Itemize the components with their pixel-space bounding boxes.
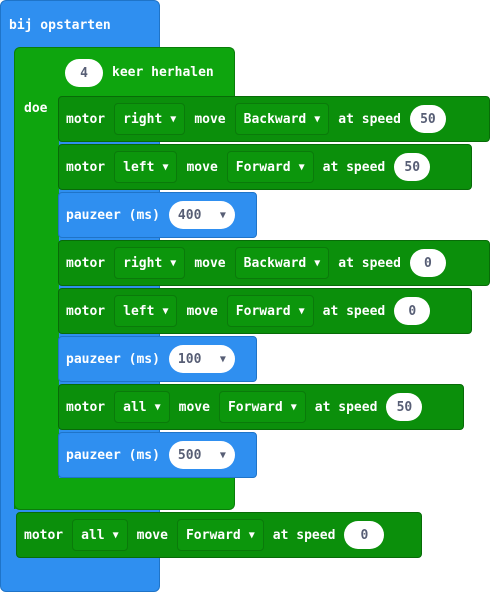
repeat-block-body	[14, 95, 59, 509]
caret-down-icon: ▼	[112, 529, 119, 541]
pause-duration-select[interactable]: 500 ▼	[168, 441, 235, 469]
motor-keyword: motor	[66, 303, 106, 319]
pause-keyword: pauzeer (ms)	[66, 351, 160, 367]
at-speed-keyword: at speed	[314, 399, 378, 415]
repeat-do-label: doe	[24, 101, 48, 116]
motor-select[interactable]: right ▼	[114, 247, 186, 279]
motor-block[interactable]: motor all ▼ move Forward ▼ at speed 0	[16, 512, 422, 558]
caret-down-icon: ▼	[314, 113, 321, 125]
caret-down-icon: ▼	[298, 161, 305, 173]
motor-keyword: motor	[24, 527, 64, 543]
repeat-count-input[interactable]: 4	[65, 59, 103, 87]
move-keyword: move	[186, 303, 218, 319]
direction-select[interactable]: Forward ▼	[226, 151, 314, 183]
caret-down-icon: ▼	[154, 401, 161, 413]
speed-input[interactable]: 0	[344, 521, 385, 549]
at-speed-keyword: at speed	[322, 303, 386, 319]
speed-input[interactable]: 0	[394, 297, 431, 325]
caret-down-icon: ▼	[170, 113, 177, 125]
at-speed-keyword: at speed	[322, 159, 386, 175]
caret-down-icon: ▼	[290, 401, 297, 413]
caret-down-icon: ▼	[170, 257, 177, 269]
at-speed-keyword: at speed	[338, 255, 401, 271]
caret-down-icon: ▼	[162, 305, 169, 317]
move-keyword: move	[136, 527, 168, 543]
direction-select[interactable]: Backward ▼	[234, 247, 330, 279]
move-keyword: move	[194, 255, 226, 271]
pause-duration-select[interactable]: 400 ▼	[168, 201, 235, 229]
repeat-label: keer herhalen	[112, 65, 214, 80]
motor-keyword: motor	[66, 255, 106, 271]
direction-select[interactable]: Forward ▼	[226, 295, 314, 327]
at-speed-keyword: at speed	[272, 527, 336, 543]
speed-input[interactable]: 50	[394, 153, 431, 181]
pause-block[interactable]: pauzeer (ms) 400 ▼	[58, 192, 257, 238]
repeat-block[interactable]: 4 keer herhalen	[14, 47, 235, 97]
direction-select[interactable]: Backward ▼	[234, 103, 330, 135]
motor-select[interactable]: left ▼	[114, 295, 178, 327]
pause-block[interactable]: pauzeer (ms) 500 ▼	[58, 432, 257, 478]
pause-duration-select[interactable]: 100 ▼	[168, 345, 235, 373]
caret-down-icon: ▼	[219, 353, 226, 365]
motor-keyword: motor	[66, 111, 106, 127]
caret-down-icon: ▼	[219, 209, 226, 221]
motor-select[interactable]: left ▼	[114, 151, 178, 183]
direction-select[interactable]: Forward ▼	[176, 519, 264, 551]
on-start-label: bij opstarten	[9, 18, 111, 33]
direction-select[interactable]: Forward ▼	[218, 391, 306, 423]
speed-input[interactable]: 50	[386, 393, 423, 421]
motor-keyword: motor	[66, 399, 106, 415]
motor-select[interactable]: all ▼	[72, 519, 128, 551]
pause-keyword: pauzeer (ms)	[66, 207, 160, 223]
caret-down-icon: ▼	[162, 161, 169, 173]
motor-keyword: motor	[66, 159, 106, 175]
speed-input[interactable]: 0	[409, 249, 446, 277]
move-keyword: move	[194, 111, 226, 127]
move-keyword: move	[178, 399, 210, 415]
caret-down-icon: ▼	[314, 257, 321, 269]
motor-block[interactable]: motor right ▼ move Backward ▼ at speed 0	[58, 240, 490, 286]
repeat-block-footer	[14, 478, 235, 510]
caret-down-icon: ▼	[219, 449, 226, 461]
caret-down-icon: ▼	[248, 529, 255, 541]
motor-select[interactable]: right ▼	[114, 103, 186, 135]
pause-keyword: pauzeer (ms)	[66, 447, 160, 463]
motor-block[interactable]: motor all ▼ move Forward ▼ at speed 50	[58, 384, 464, 430]
motor-block[interactable]: motor left ▼ move Forward ▼ at speed 0	[58, 288, 472, 334]
motor-block[interactable]: motor right ▼ move Backward ▼ at speed 50	[58, 96, 490, 142]
caret-down-icon: ▼	[298, 305, 305, 317]
move-keyword: move	[186, 159, 218, 175]
motor-block[interactable]: motor left ▼ move Forward ▼ at speed 50	[58, 144, 472, 190]
at-speed-keyword: at speed	[338, 111, 401, 127]
speed-input[interactable]: 50	[409, 105, 446, 133]
motor-select[interactable]: all ▼	[114, 391, 170, 423]
pause-block[interactable]: pauzeer (ms) 100 ▼	[58, 336, 257, 382]
